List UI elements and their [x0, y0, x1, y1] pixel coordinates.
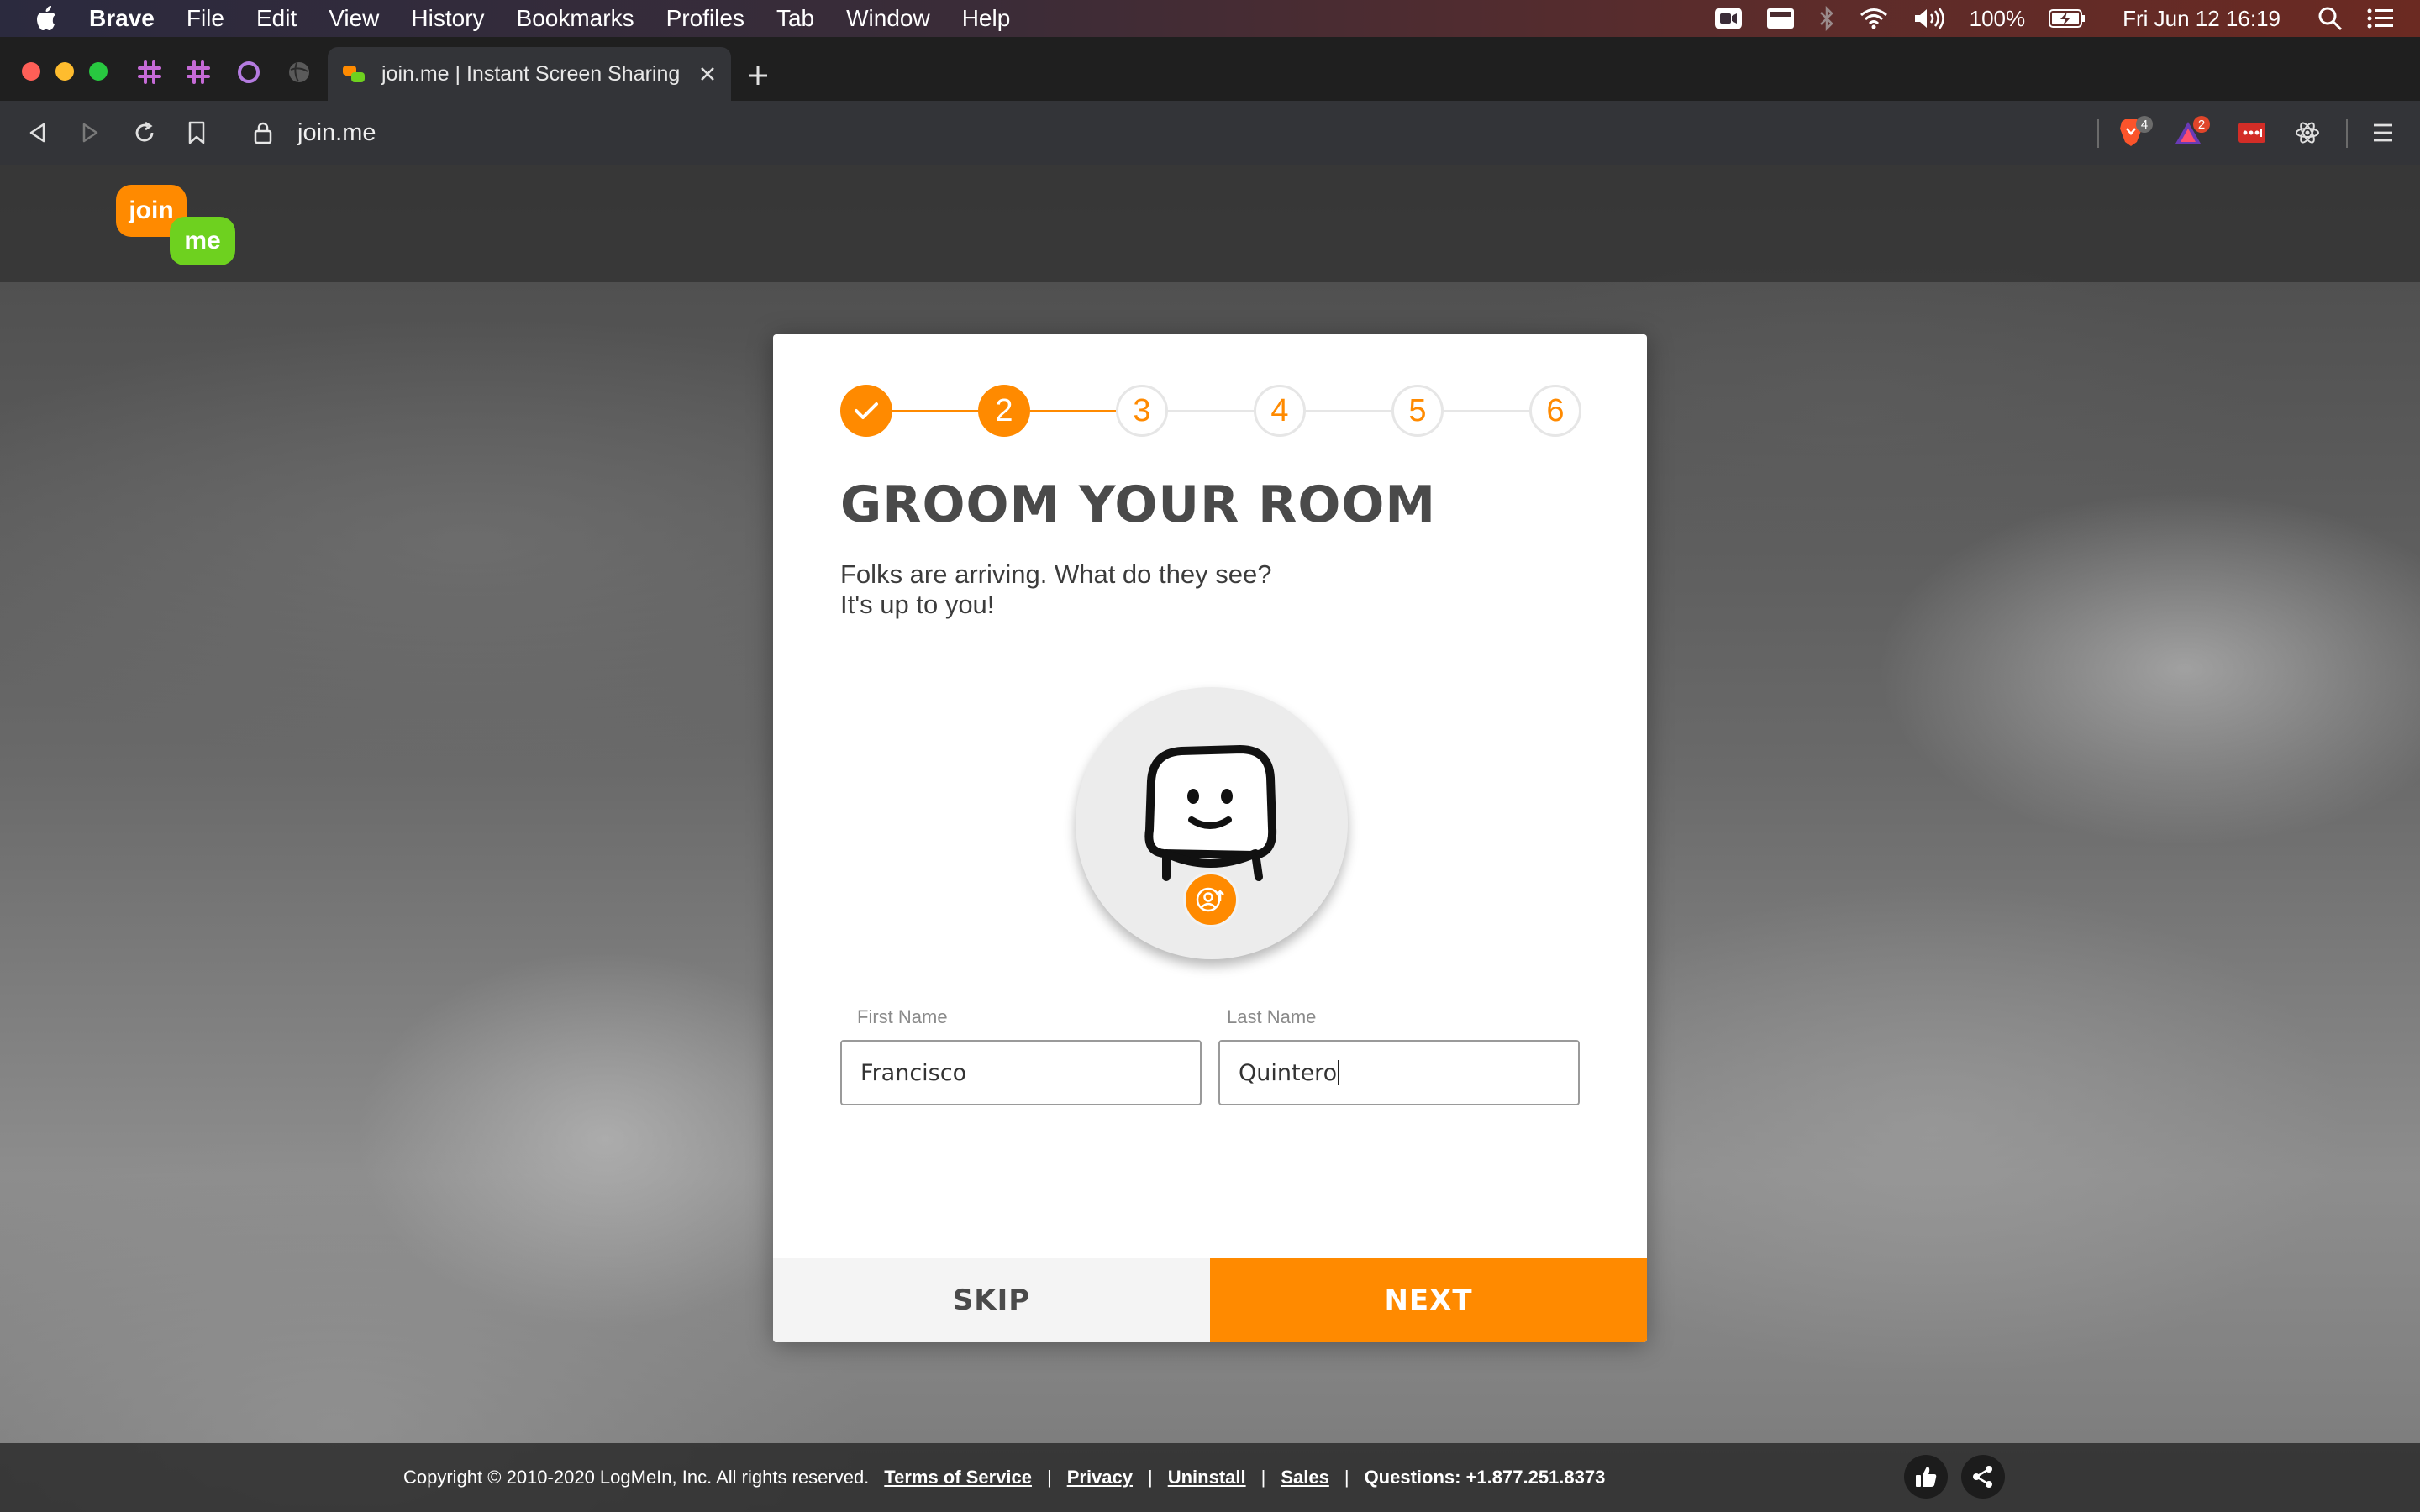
- browser-tab-strip: join.me | Instant Screen Sharing: [0, 37, 2420, 101]
- step-5: 5: [1392, 385, 1444, 437]
- react-devtools-icon[interactable]: [2289, 114, 2326, 151]
- step-1-complete: [840, 385, 892, 437]
- new-tab-button[interactable]: [739, 57, 776, 94]
- battery-percentage: 100%: [1969, 5, 2026, 31]
- upload-avatar-button[interactable]: [1183, 872, 1239, 927]
- join-me-logo[interactable]: join me: [116, 185, 239, 269]
- display-icon[interactable]: [1766, 7, 1795, 30]
- privacy-link[interactable]: Privacy: [1067, 1467, 1133, 1488]
- checkmark-icon: [855, 402, 878, 419]
- window-zoom-button[interactable]: [89, 62, 108, 81]
- text-cursor: [1338, 1060, 1340, 1085]
- description: Folks are arriving. What do they see? It…: [840, 559, 1271, 620]
- menu-history[interactable]: History: [411, 5, 484, 32]
- browser-menu-icon[interactable]: [2365, 114, 2402, 151]
- toolbar-separator: [2097, 119, 2099, 148]
- page-title: GROOM YOUR ROOM: [840, 475, 1437, 534]
- footer-divider: |: [1148, 1467, 1153, 1488]
- window-close-button[interactable]: [22, 62, 40, 81]
- last-name-label: Last Name: [1227, 1006, 1317, 1027]
- terms-of-service-link[interactable]: Terms of Service: [884, 1467, 1032, 1488]
- page-content: join me 2 3 4 5 6 GROOM YOUR ROOM Folks …: [0, 165, 2420, 1512]
- description-line-1: Folks are arriving. What do they see?: [840, 559, 1272, 589]
- upload-photo-icon: [1196, 887, 1224, 912]
- macos-menu-bar: Brave File Edit View History Bookmarks P…: [0, 0, 2420, 37]
- volume-icon[interactable]: [1912, 7, 1946, 30]
- step-2-current: 2: [978, 385, 1030, 437]
- tab-close-icon[interactable]: [691, 57, 724, 91]
- like-button[interactable]: [1904, 1455, 1948, 1499]
- menu-profiles[interactable]: Profiles: [666, 5, 744, 32]
- menu-bookmarks[interactable]: Bookmarks: [517, 5, 634, 32]
- menu-tab[interactable]: Tab: [776, 5, 814, 32]
- join-me-favicon-icon: [343, 66, 366, 82]
- bookmark-button[interactable]: [178, 114, 215, 151]
- spotlight-search-icon[interactable]: [2317, 6, 2343, 31]
- menu-help[interactable]: Help: [962, 5, 1011, 32]
- reload-button[interactable]: [126, 114, 163, 151]
- site-footer: Copyright © 2010-2020 LogMeIn, Inc. All …: [0, 1443, 2420, 1512]
- clock[interactable]: Fri Jun 12 16:19: [2123, 6, 2281, 32]
- notification-center-icon[interactable]: [2366, 7, 2395, 30]
- pinned-tab-globe-icon[interactable]: [281, 54, 318, 91]
- thumbs-up-icon: [1916, 1467, 1937, 1487]
- onboarding-card: 2 3 4 5 6 GROOM YOUR ROOM Folks are arri…: [773, 334, 1647, 1342]
- brave-rewards-icon[interactable]: 2: [2170, 114, 2210, 151]
- skip-button[interactable]: SKIP: [773, 1258, 1210, 1342]
- stepper-line-complete: [892, 410, 978, 412]
- rewards-badge: 2: [2193, 116, 2210, 133]
- shields-badge: 4: [2136, 116, 2153, 133]
- copyright-text: Copyright © 2010-2020 LogMeIn, Inc. All …: [403, 1467, 870, 1488]
- lock-icon[interactable]: [254, 120, 279, 145]
- site-header: join me: [0, 165, 2420, 282]
- apple-icon[interactable]: [34, 4, 59, 33]
- battery-icon[interactable]: [2049, 8, 2086, 29]
- zoom-status-icon[interactable]: [1714, 7, 1743, 30]
- menu-file[interactable]: File: [187, 5, 224, 32]
- tab-title: join.me | Instant Screen Sharing: [381, 61, 681, 86]
- url-text[interactable]: join.me: [297, 119, 376, 147]
- lastpass-extension-icon[interactable]: [2233, 114, 2270, 151]
- toolbar-separator: [2346, 119, 2348, 148]
- tab-join-me[interactable]: join.me | Instant Screen Sharing: [328, 47, 731, 101]
- last-name-field[interactable]: Quintero: [1218, 1040, 1580, 1105]
- pinned-tab-slack-icon[interactable]: [131, 54, 168, 91]
- stepper-line: [1306, 410, 1392, 412]
- menu-app-name[interactable]: Brave: [89, 5, 155, 32]
- browser-toolbar: join.me 4 2: [0, 101, 2420, 165]
- description-line-2: It's up to you!: [840, 590, 995, 619]
- footer-divider: |: [1344, 1467, 1349, 1488]
- support-phone: Questions: +1.877.251.8373: [1364, 1467, 1606, 1488]
- step-6: 6: [1529, 385, 1581, 437]
- first-name-label: First Name: [857, 1006, 948, 1027]
- brave-shields-icon[interactable]: 4: [2112, 114, 2153, 151]
- first-name-field[interactable]: Francisco: [840, 1040, 1202, 1105]
- wifi-icon[interactable]: [1859, 7, 1889, 30]
- stepper-line: [1444, 410, 1529, 412]
- sales-link[interactable]: Sales: [1281, 1467, 1329, 1488]
- forward-button[interactable]: [72, 114, 109, 151]
- stepper-line: [1168, 410, 1254, 412]
- footer-divider: |: [1260, 1467, 1266, 1488]
- window-minimize-button[interactable]: [55, 62, 74, 81]
- menu-window[interactable]: Window: [846, 5, 930, 32]
- back-button[interactable]: [18, 114, 55, 151]
- footer-divider: |: [1046, 1467, 1052, 1488]
- bluetooth-icon[interactable]: [1818, 6, 1835, 31]
- step-3: 3: [1116, 385, 1168, 437]
- menu-edit[interactable]: Edit: [256, 5, 297, 32]
- logo-me-bubble: me: [170, 217, 235, 265]
- step-4: 4: [1254, 385, 1306, 437]
- progress-stepper: 2 3 4 5 6: [840, 385, 1581, 437]
- stepper-line: [1030, 410, 1116, 412]
- next-button[interactable]: NEXT: [1210, 1258, 1647, 1342]
- address-bar[interactable]: join.me: [237, 109, 2086, 156]
- menu-view[interactable]: View: [329, 5, 379, 32]
- pinned-tab-slack-icon[interactable]: [180, 54, 217, 91]
- uninstall-link[interactable]: Uninstall: [1168, 1467, 1246, 1488]
- share-button[interactable]: [1961, 1455, 2005, 1499]
- last-name-value: Quintero: [1239, 1059, 1338, 1086]
- share-icon: [1973, 1466, 1992, 1488]
- pinned-tab-circle-icon[interactable]: [230, 54, 267, 91]
